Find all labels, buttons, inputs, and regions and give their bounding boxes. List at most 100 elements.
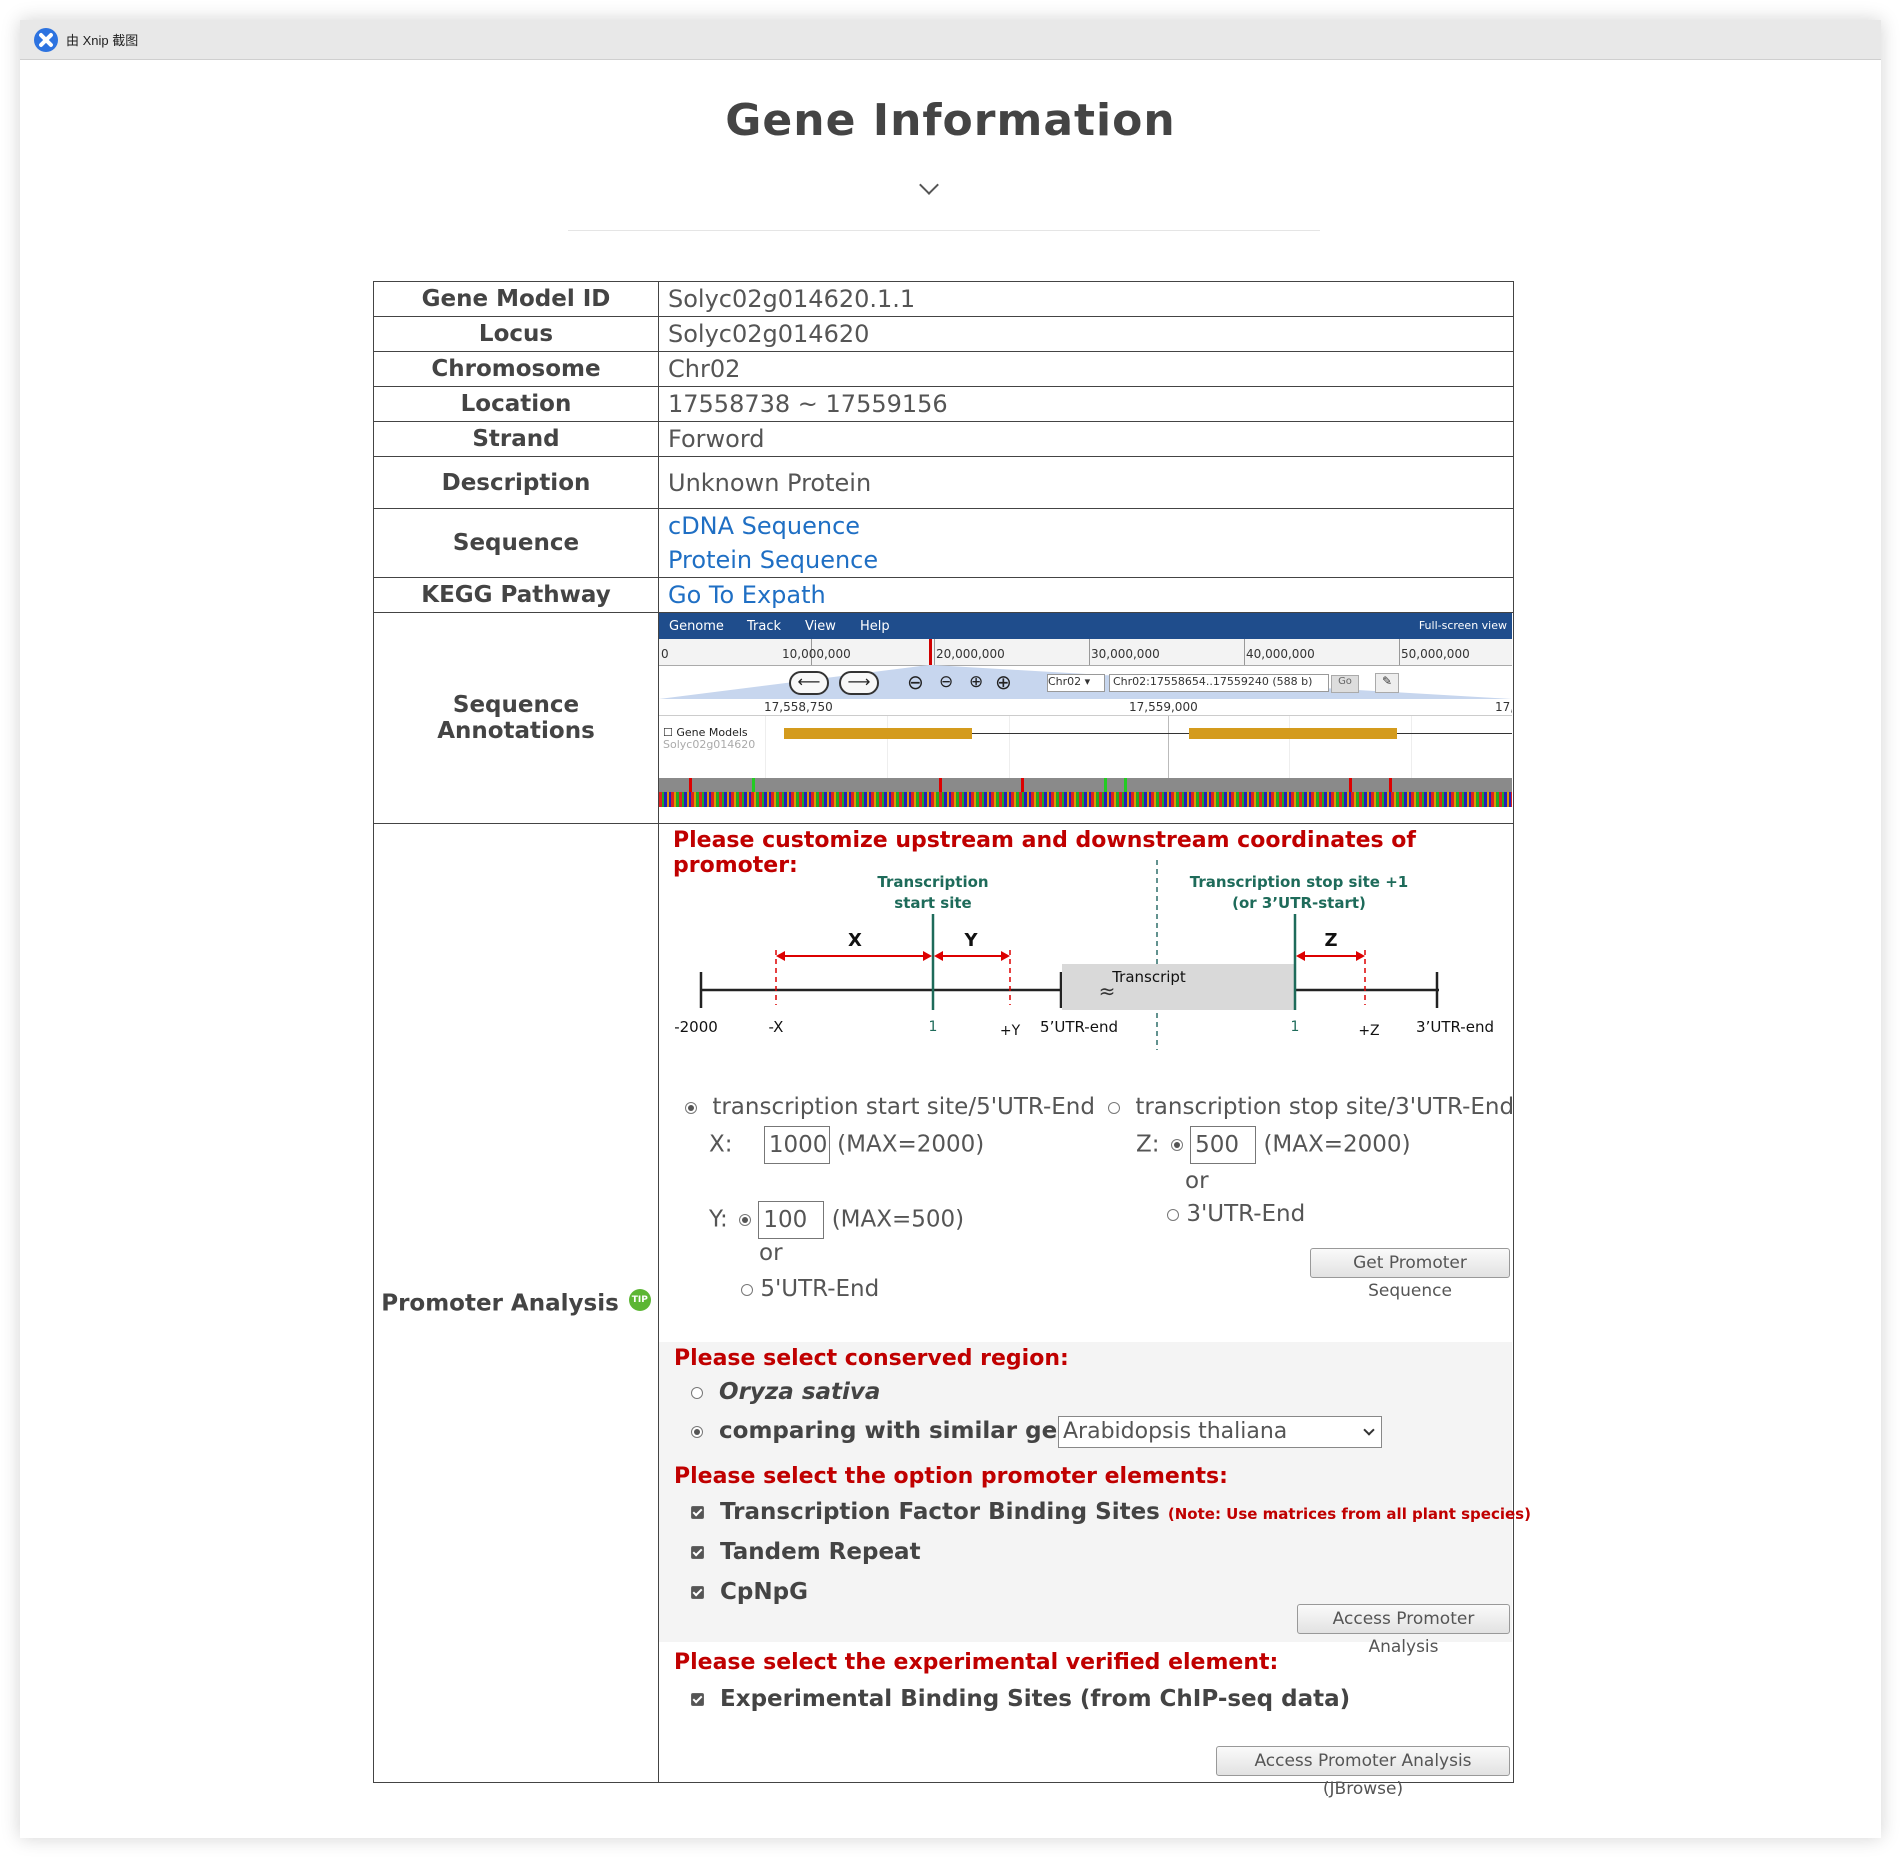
similar-genes-radio[interactable] [691,1425,703,1438]
tick-label: +Y [1000,1023,1021,1039]
kegg-cell: Go To Expath [658,577,1514,613]
tfbs-checkbox[interactable] [691,1506,704,1519]
oryza-option[interactable]: Oryza sativa [691,1379,880,1405]
fullscreen-link[interactable]: Full-screen view [1419,619,1507,632]
table-row: Chromosome Chr02 [373,351,1514,387]
species-select[interactable]: Arabidopsis thaliana [1058,1416,1382,1448]
tfbs-option[interactable]: Transcription Factor Binding Sites (Note… [691,1499,1531,1525]
zoom-in-big-icon[interactable]: ⊕ [995,670,1012,694]
variant-mark [1349,778,1352,792]
exon-block[interactable] [1189,728,1397,739]
x-row: X: 1000 (MAX=2000) [709,1126,984,1164]
zoom-out-big-icon[interactable]: ⊖ [907,670,924,694]
stop-site-option[interactable]: transcription stop site/3'UTR-End [1108,1094,1514,1120]
tandem-checkbox[interactable] [691,1546,704,1559]
y-label: Y [963,930,978,951]
tip-icon[interactable]: TIP [628,1289,651,1312]
menu-genome[interactable]: Genome [669,619,724,634]
tfbs-note: (Note: Use matrices from all plant speci… [1167,1505,1531,1523]
gene-models-track[interactable]: Solyc02g014620 ☐ Gene Models [659,716,1512,778]
zoom-in-icon[interactable]: ⊕ [969,672,983,692]
table-row: Locus Solyc02g014620 [373,316,1514,352]
grid-line [765,716,766,778]
z-radio[interactable] [1170,1139,1183,1151]
chevron-down-icon [1363,1424,1375,1436]
chromosome-select-value: Chr02 [1048,675,1082,688]
z-input[interactable]: 500 [1190,1126,1257,1164]
ruler-tick [1244,639,1245,665]
cpnpg-checkbox[interactable] [691,1586,704,1599]
cdna-sequence-link[interactable]: cDNA Sequence [668,509,1513,543]
track-label[interactable]: ☐ Gene Models [663,726,748,739]
locus-value: Solyc02g014620 [658,316,1514,352]
go-to-expath-link[interactable]: Go To Expath [668,578,1513,612]
chip-checkbox[interactable] [691,1693,704,1706]
y-input[interactable]: 100 [758,1201,825,1239]
table-row: KEGG Pathway Go To Expath [373,577,1514,613]
sequence-bar [659,778,1512,792]
tick-label: 1 [1291,1019,1300,1035]
chromosome-select[interactable]: Chr02 ▾ [1047,674,1105,692]
x-arrow-head [923,951,932,961]
access-promoter-analysis-button[interactable]: Access Promoter Analysis [1297,1604,1510,1657]
utr5-end-option[interactable]: 5'UTR-End [741,1276,879,1302]
tandem-option[interactable]: Tandem Repeat [691,1539,921,1565]
overview-ruler[interactable]: 0 10,000,000 20,000,000 30,000,000 40,00… [659,639,1512,666]
utr5-end-radio[interactable] [741,1283,753,1296]
table-row: Strand Forword [373,421,1514,457]
chip-option[interactable]: Experimental Binding Sites (from ChIP-se… [691,1686,1350,1712]
get-promoter-sequence-button[interactable]: Get Promoter Sequence [1310,1248,1510,1301]
gene-model-id-value: Solyc02g014620.1.1 [658,281,1514,317]
oryza-radio[interactable] [691,1386,703,1399]
utr3-end-option[interactable]: 3'UTR-End [1167,1201,1305,1227]
x-label: X [848,930,862,951]
ruler-label: 20,000,000 [936,647,1005,661]
protein-sequence-link[interactable]: Protein Sequence [668,543,1513,577]
y-or: or [759,1240,783,1266]
verified-heading: Please select the experimental verified … [674,1650,1279,1675]
highlight-icon[interactable]: ✎ [1375,673,1399,693]
start-site-radio[interactable] [685,1101,697,1114]
conserved-heading: Please select conserved region: [674,1346,1069,1371]
cpnpg-label: CpNpG [720,1579,808,1605]
chip-label: Experimental Binding Sites (from ChIP-se… [720,1686,1351,1712]
tss-label: start site [894,894,971,912]
table-row: Gene Model ID Solyc02g014620.1.1 [373,281,1514,317]
utr3-end-radio[interactable] [1167,1208,1179,1221]
page-title: Gene Information [725,95,1176,146]
sequence-bases [659,792,1512,807]
genome-browser[interactable]: Genome Track View Help Full-screen view … [659,613,1512,823]
grid-line [1009,716,1010,778]
cpnpg-option[interactable]: CpNpG [691,1579,808,1605]
z-label: Z [1324,930,1337,951]
promoter-analysis-label-cell: Promoter Analysis TIP [373,823,659,1783]
grid-line [1411,716,1412,778]
stop-site-radio[interactable] [1108,1101,1120,1114]
menu-view[interactable]: View [805,619,836,634]
zoom-out-icon[interactable]: ⊖ [939,672,953,692]
x-max: (MAX=2000) [837,1131,985,1158]
exon-block[interactable] [784,728,972,739]
start-site-option[interactable]: transcription start site/5'UTR-End [685,1094,1095,1120]
ruler-label: 10,000,000 [782,647,851,661]
menu-help[interactable]: Help [860,619,890,634]
species-select-value: Arabidopsis thaliana [1063,1419,1288,1444]
variant-mark [752,778,755,792]
pan-right-icon[interactable]: ⟶ [839,671,879,695]
pan-left-icon[interactable]: ⟵ [789,671,829,695]
variant-mark [689,778,692,792]
transcript-label: Transcript [1111,968,1186,986]
x-input[interactable]: 1000 [763,1126,830,1164]
grid-line [887,716,888,778]
go-button[interactable]: Go [1331,675,1359,693]
row-label: Description [373,456,659,509]
ruler-tick [934,639,935,665]
ruler-label: 50,000,000 [1401,647,1470,661]
start-site-label: transcription start site/5'UTR-End [712,1094,1095,1120]
access-jbrowse-button[interactable]: Access Promoter Analysis (JBrowse) [1216,1746,1510,1799]
promoter-panel: Please customize upstream and downstream… [659,824,1531,1799]
location-input[interactable]: Chr02:17558654..17559240 (588 b) [1109,674,1329,692]
menu-track[interactable]: Track [747,619,781,634]
y-radio[interactable] [739,1214,752,1226]
ruler-label: 0 [661,647,669,661]
